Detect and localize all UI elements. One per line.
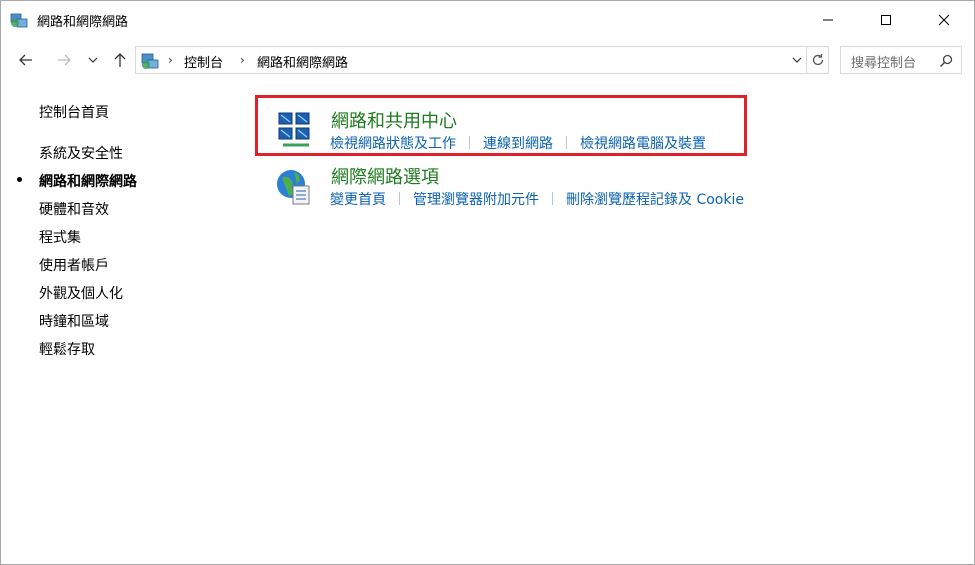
sidebar-item-programs[interactable]: 程式集 (39, 227, 81, 247)
chevron-down-icon (792, 57, 802, 63)
sidebar-item-clock-region[interactable]: 時鐘和區域 (39, 311, 109, 331)
internet-options-icon[interactable] (274, 166, 314, 206)
maximize-icon (881, 15, 891, 25)
search-placeholder: 搜尋控制台 (851, 56, 917, 71)
link-manage-addons[interactable]: 管理瀏覽器附加元件 (413, 192, 539, 208)
sidebar-item-user-accounts[interactable]: 使用者帳戶 (39, 255, 109, 275)
address-bar[interactable]: › 控制台 › 網路和網際網路 (135, 46, 807, 74)
link-connect-to-network[interactable]: 連線到網路 (483, 136, 553, 152)
window-title: 網路和網際網路 (37, 15, 129, 30)
link-view-network-computers[interactable]: 檢視網路電腦及裝置 (580, 136, 706, 152)
sidebar-item-control-panel-home[interactable]: 控制台首頁 (39, 102, 109, 122)
link-view-network-status[interactable]: 檢視網路狀態及工作 (330, 136, 456, 152)
category-links-internet-options: 變更首頁 管理瀏覽器附加元件 刪除瀏覽歷程記錄及 Cookie (330, 189, 744, 209)
sidebar-item-system-security[interactable]: 系統及安全性 (39, 143, 123, 163)
control-panel-icon (141, 53, 159, 69)
title-bar: 網路和網際網路 (1, 1, 974, 39)
sidebar-item-hardware-sound[interactable]: 硬體和音效 (39, 199, 109, 219)
sidebar-item-appearance[interactable]: 外觀及個人化 (39, 283, 123, 303)
control-panel-window: 網路和網際網路 › 控制台 › 網路和網際網路 搜尋控制台 控制台首頁 系統及安… (0, 0, 975, 565)
close-button[interactable] (921, 1, 967, 39)
arrow-right-icon (58, 54, 71, 66)
close-icon (938, 14, 950, 26)
address-dropdown-button[interactable] (787, 48, 807, 72)
link-divider (566, 136, 567, 149)
current-page-bullet (17, 177, 22, 182)
minimize-icon (823, 19, 833, 21)
category-title-network-sharing[interactable]: 網路和共用中心 (331, 107, 457, 133)
sidebar-item-network-internet[interactable]: 網路和網際網路 (39, 171, 137, 191)
forward-button[interactable] (53, 49, 75, 71)
network-globe-icon (10, 13, 28, 28)
sidebar-item-ease-of-access[interactable]: 輕鬆存取 (39, 339, 95, 359)
link-delete-browsing-history[interactable]: 刪除瀏覽歷程記錄及 Cookie (566, 192, 744, 208)
category-links-network-sharing: 檢視網路狀態及工作 連線到網路 檢視網路電腦及裝置 (330, 133, 706, 153)
refresh-button[interactable] (807, 46, 829, 74)
chevron-down-icon (88, 57, 98, 63)
back-button[interactable] (15, 49, 37, 71)
refresh-icon (812, 54, 823, 66)
maximize-button[interactable] (863, 1, 909, 39)
arrow-up-icon (114, 53, 126, 67)
recent-locations-button[interactable] (84, 49, 102, 71)
arrow-left-icon (19, 54, 32, 66)
link-divider (399, 192, 400, 205)
link-change-homepage[interactable]: 變更首頁 (330, 192, 386, 208)
up-button[interactable] (109, 49, 131, 71)
breadcrumb-control-panel[interactable]: 控制台 (184, 52, 223, 71)
search-icon[interactable] (939, 54, 953, 68)
chevron-right-icon[interactable]: › (168, 53, 173, 67)
minimize-button[interactable] (805, 1, 851, 39)
search-box[interactable]: 搜尋控制台 (840, 46, 962, 74)
chevron-right-icon[interactable]: › (240, 53, 245, 67)
category-title-internet-options[interactable]: 網際網路選項 (331, 163, 439, 189)
link-divider (552, 192, 553, 205)
network-sharing-icon[interactable] (275, 109, 315, 149)
link-divider (469, 136, 470, 149)
breadcrumb-network-internet[interactable]: 網路和網際網路 (257, 52, 348, 71)
